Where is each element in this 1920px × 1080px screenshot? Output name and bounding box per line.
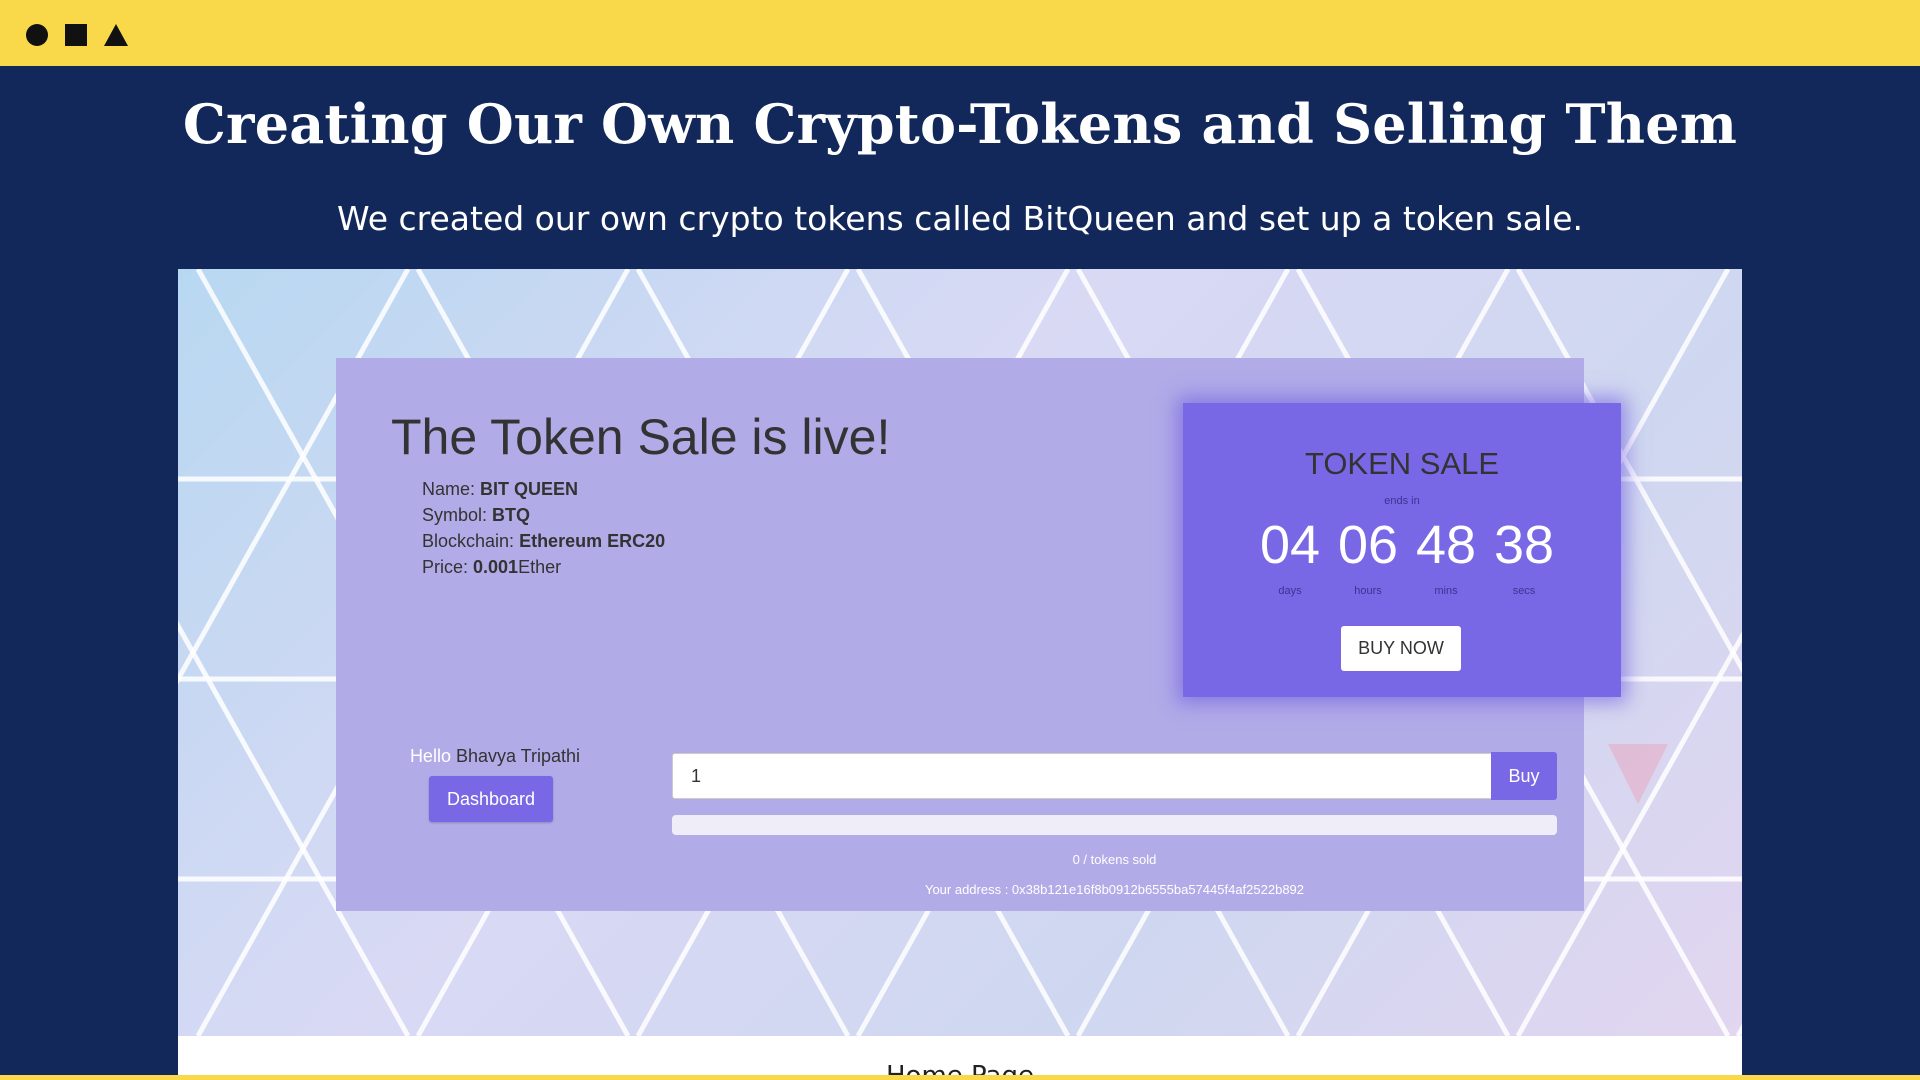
countdown-hours-value: 06 [1337,515,1399,575]
page-title: Creating Our Own Crypto-Tokens and Selli… [182,92,1738,156]
tokens-sold-progress-bar [672,815,1557,835]
dashboard-button[interactable]: Dashboard [429,776,553,822]
token-name-label: Name: [422,479,481,499]
token-blockchain-row: Blockchain: Ethereum ERC20 [422,528,665,554]
countdown-mins-label: mins [1434,585,1458,597]
countdown-secs-label: secs [1512,585,1536,597]
page-subtitle: We created our own crypto tokens called … [337,199,1583,238]
countdown-secs: 38 secs [1485,513,1563,597]
top-bar [0,0,1920,66]
countdown-mins: 48 mins [1407,513,1485,597]
token-name-value: BIT QUEEN [480,479,579,499]
countdown-hours: 06 hours [1329,513,1407,597]
token-blockchain-label: Blockchain: [422,531,520,551]
token-info: Name: BIT QUEEN Symbol: BTQ Blockchain: … [422,476,665,580]
wallet-address: Your address : 0x38b121e16f8b0912b6555ba… [924,882,1305,897]
countdown-days: 04 days [1251,513,1329,597]
countdown-ends-in: ends in [1384,495,1420,507]
triangle-icon [104,24,128,46]
countdown-timer: 04 days 06 hours 48 mins 38 secs [1251,513,1563,597]
token-price-value: 0.001 [473,557,519,577]
bottom-strip [0,1075,1920,1080]
user-name: Bhavya Tripathi [450,746,581,766]
countdown-secs-value: 38 [1493,515,1555,575]
token-name-row: Name: BIT QUEEN [422,476,665,502]
hello-text: Hello [409,746,451,766]
circle-icon [26,24,48,46]
user-greeting: Hello Bhavya Tripathi [392,746,598,767]
countdown-days-label: days [1278,585,1302,597]
token-blockchain-value: Ethereum ERC20 [519,531,666,551]
tokens-sold-text: 0 / tokens sold [1072,852,1157,867]
token-price-label: Price: [422,557,474,577]
token-symbol-label: Symbol: [422,505,493,525]
window-shapes [26,24,128,46]
token-symbol-row: Symbol: BTQ [422,502,665,528]
token-price-row: Price: 0.001Ether [422,554,665,580]
buy-now-button[interactable]: BUY NOW [1341,626,1461,671]
countdown-mins-value: 48 [1415,515,1477,575]
sale-heading: The Token Sale is live! [391,409,891,465]
countdown-card: TOKEN SALE ends in 04 days 06 hours 48 m… [1183,403,1621,697]
token-symbol-value: BTQ [492,505,531,525]
token-price-unit: Ether [518,557,562,577]
countdown-title: TOKEN SALE [1304,446,1500,481]
countdown-days-value: 04 [1259,515,1321,575]
buy-button[interactable]: Buy [1491,752,1557,800]
token-quantity-input[interactable]: 1 [672,753,1492,799]
countdown-hours-label: hours [1354,585,1382,597]
screenshot-frame: The Token Sale is live! Name: BIT QUEEN … [178,269,1742,1080]
square-icon [65,24,87,46]
